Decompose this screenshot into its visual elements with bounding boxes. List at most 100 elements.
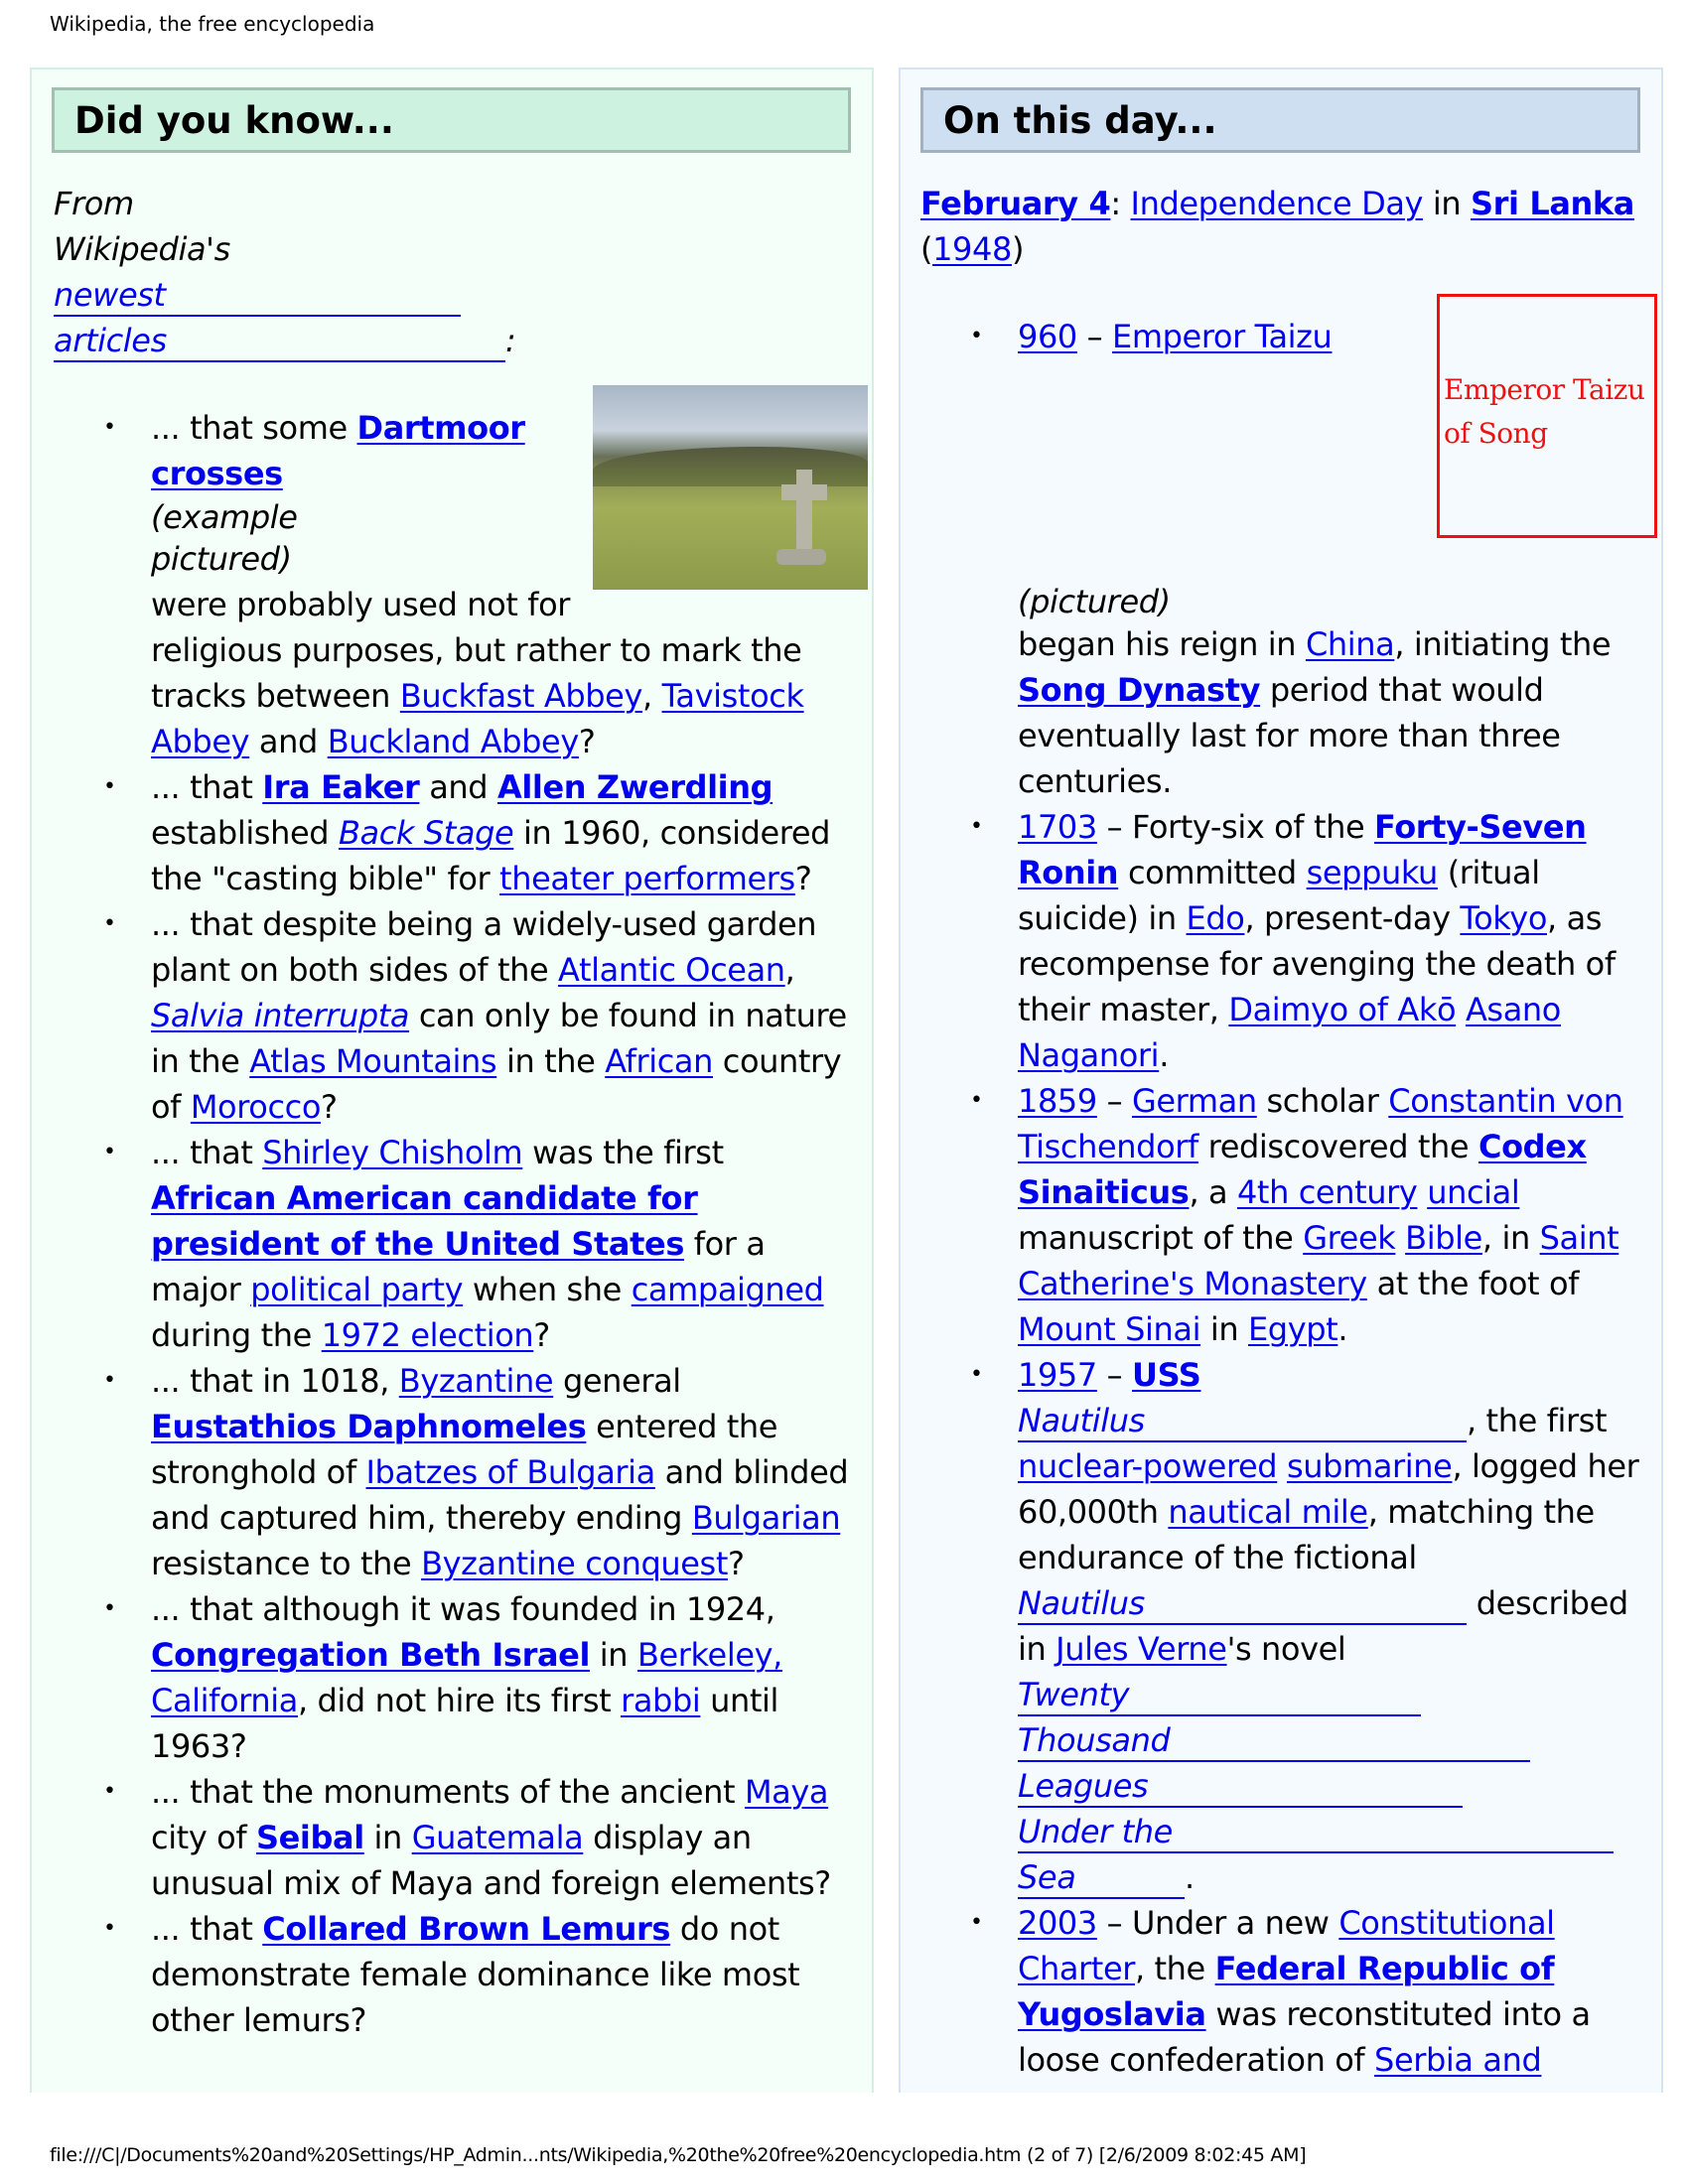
text: ... that some (151, 409, 357, 447)
1948-link[interactable]: 1948 (932, 230, 1012, 268)
salvia-interrupta-link[interactable]: Salvia interrupta (151, 997, 409, 1034)
text: in (363, 1819, 412, 1856)
text (1277, 1447, 1287, 1485)
byzantine-conquest-link[interactable]: Byzantine conquest (421, 1545, 728, 1582)
buckfast-abbey-link[interactable]: Buckfast Abbey (400, 677, 643, 715)
text: during the (151, 1316, 322, 1354)
text: ( (920, 230, 933, 268)
dyk-intro: From Wikipedia's newest articles: (54, 181, 520, 363)
newest-articles-link[interactable]: newest (54, 275, 461, 317)
text: , a (1189, 1173, 1237, 1211)
congregation-beth-israel-link[interactable]: Congregation Beth Israel (151, 1636, 590, 1674)
ibatzes-link[interactable]: Ibatzes of Bulgaria (366, 1453, 656, 1491)
serbia-and-montenegro-link[interactable]: Serbia and (1374, 2041, 1542, 2079)
1972-election-link[interactable]: 1972 election (322, 1316, 534, 1354)
twenty-thousand-leagues-link[interactable]: Under the (1018, 1812, 1614, 1853)
emperor-taizu-image-placeholder[interactable]: Emperor Taizu of Song (1437, 294, 1657, 538)
theater-performers-link[interactable]: theater performers (499, 860, 795, 897)
twenty-thousand-leagues-link[interactable]: Thousand (1018, 1720, 1530, 1762)
maya-link[interactable]: Maya (745, 1773, 829, 1811)
seibal-link[interactable]: Seibal (256, 1819, 364, 1856)
text (1456, 991, 1466, 1028)
text: established (151, 814, 339, 852)
text: in the (496, 1042, 606, 1080)
uncial-link[interactable]: uncial (1427, 1173, 1520, 1211)
atlas-mountains-link[interactable]: Atlas Mountains (249, 1042, 496, 1080)
african-link[interactable]: African (605, 1042, 713, 1080)
bulgarian-link[interactable]: Bulgarian (692, 1499, 841, 1537)
1703-link[interactable]: 1703 (1018, 808, 1097, 846)
text: ? (533, 1316, 550, 1354)
4th-century-link[interactable]: 4th century (1237, 1173, 1418, 1211)
960-link[interactable]: 960 (1018, 318, 1077, 355)
text: resistance to the (151, 1545, 422, 1582)
ira-eaker-link[interactable]: Ira Eaker (262, 768, 420, 806)
shirley-chisholm-link[interactable]: Shirley Chisholm (262, 1134, 522, 1171)
campaigned-link[interactable]: campaigned (632, 1271, 824, 1308)
twenty-thousand-leagues-link[interactable]: Twenty (1018, 1675, 1421, 1716)
list-item: ... that some Dartmoor crosses (example … (54, 385, 868, 764)
independence-day-link[interactable]: Independence Day (1131, 185, 1424, 222)
uss-nautilus-link[interactable]: Nautilus (1018, 1401, 1467, 1442)
twenty-thousand-leagues-link[interactable]: Leagues (1018, 1766, 1463, 1808)
sri-lanka-link[interactable]: Sri Lanka (1471, 185, 1634, 222)
text: , (642, 677, 662, 715)
german-link[interactable]: German (1132, 1082, 1257, 1120)
text: , (784, 951, 795, 989)
greek-link[interactable]: Greek (1303, 1219, 1396, 1257)
nautical-mile-link[interactable]: nautical mile (1168, 1493, 1368, 1531)
text (1395, 1219, 1405, 1257)
1957-link[interactable]: 1957 (1018, 1356, 1097, 1394)
edo-link[interactable]: Edo (1187, 899, 1245, 937)
tokyo-link[interactable]: Tokyo (1460, 899, 1547, 937)
emperor-taizu-link[interactable]: Emperor Taizu (1112, 318, 1333, 355)
otd-intro: February 4: Independence Day in Sri Lank… (920, 181, 1645, 272)
february-4-link[interactable]: February 4 (920, 185, 1111, 222)
morocco-link[interactable]: Morocco (191, 1088, 322, 1126)
text: ? (321, 1088, 338, 1126)
1859-link[interactable]: 1859 (1018, 1082, 1097, 1120)
eustathios-daphnomeles-link[interactable]: Eustathios Daphnomeles (151, 1408, 587, 1445)
dartmoor-cross-image[interactable] (593, 385, 868, 590)
list-item: ... that in 1018, Byzantine general Eust… (54, 1358, 858, 1586)
uss-nautilus-link[interactable]: USS (1132, 1356, 1201, 1394)
intro-text: From (54, 185, 134, 222)
china-link[interactable]: China (1306, 625, 1395, 663)
mount-sinai-link[interactable]: Mount Sinai (1018, 1310, 1200, 1348)
list-item: ... that Collared Brown Lemurs do not de… (54, 1906, 858, 2043)
otd-list: Emperor Taizu of Song 960 – Emperor Taiz… (920, 294, 1657, 2083)
text: (example pictured) (151, 498, 298, 578)
text: . (1337, 1310, 1348, 1348)
text: 's novel (1226, 1630, 1346, 1668)
atlantic-ocean-link[interactable]: Atlantic Ocean (558, 951, 785, 989)
seppuku-link[interactable]: seppuku (1307, 854, 1439, 891)
back-stage-link[interactable]: Back Stage (339, 814, 514, 852)
twenty-thousand-leagues-link[interactable]: Sea (1018, 1857, 1185, 1899)
submarine-link[interactable]: submarine (1287, 1447, 1453, 1485)
text: and (419, 768, 497, 806)
text: in (590, 1636, 637, 1674)
text: city of (151, 1819, 256, 1856)
list-item: 1859 – German scholar Constantin von Tis… (920, 1078, 1645, 1352)
buckland-abbey-link[interactable]: Buckland Abbey (328, 723, 580, 760)
political-party-link[interactable]: political party (250, 1271, 463, 1308)
bible-link[interactable]: Bible (1405, 1219, 1482, 1257)
collared-brown-lemurs-link[interactable]: Collared Brown Lemurs (262, 1910, 670, 1948)
list-item: ... that despite being a widely-used gar… (54, 901, 858, 1130)
text: at the foot of (1366, 1265, 1580, 1302)
2003-link[interactable]: 2003 (1018, 1904, 1097, 1942)
nuclear-powered-link[interactable]: nuclear-powered (1018, 1447, 1278, 1485)
jules-verne-link[interactable]: Jules Verne (1055, 1630, 1227, 1668)
african-american-candidate-link[interactable]: African American candidate for president… (151, 1179, 698, 1263)
text: . (1159, 1036, 1169, 1074)
list-item: ... that Shirley Chisholm was the first … (54, 1130, 858, 1358)
daimyo-of-ako-link[interactable]: Daimyo of Akō (1228, 991, 1456, 1028)
newest-articles-link[interactable]: articles (54, 321, 505, 362)
allen-zwerdling-link[interactable]: Allen Zwerdling (497, 768, 774, 806)
song-dynasty-link[interactable]: Song Dynasty (1018, 671, 1260, 709)
rabbi-link[interactable]: rabbi (621, 1682, 701, 1719)
nautilus-fictional-link[interactable]: Nautilus (1018, 1583, 1467, 1625)
egypt-link[interactable]: Egypt (1248, 1310, 1338, 1348)
guatemala-link[interactable]: Guatemala (412, 1819, 584, 1856)
byzantine-link[interactable]: Byzantine (399, 1362, 554, 1400)
